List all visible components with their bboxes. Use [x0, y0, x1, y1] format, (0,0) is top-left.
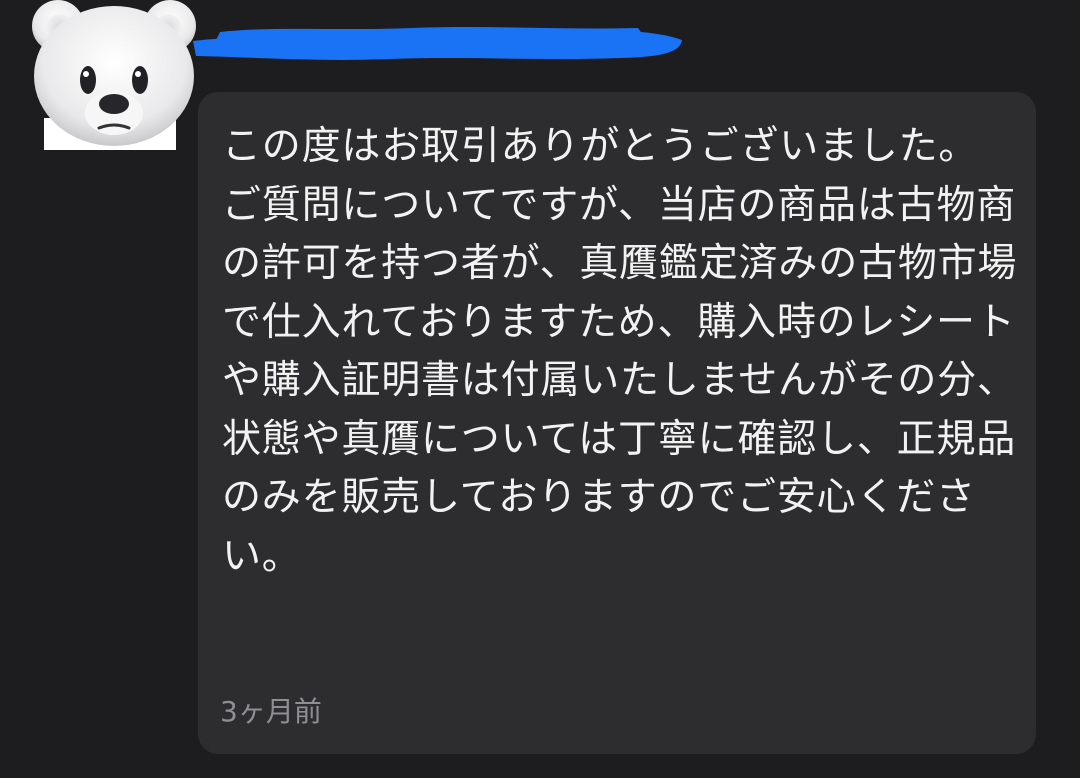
message-timestamp: 3ヶ月前	[220, 695, 322, 728]
message-text: この度はお取引ありがとうございました。 ご質問についてですが、当店の商品は古物商…	[222, 124, 1018, 579]
chat-screen: この度はお取引ありがとうございました。 ご質問についてですが、当店の商品は古物商…	[0, 0, 1080, 778]
username-redaction	[193, 27, 682, 60]
polar-bear-icon[interactable]	[30, 0, 200, 150]
message-bubble[interactable]: この度はお取引ありがとうございました。 ご質問についてですが、当店の商品は古物商…	[198, 92, 1036, 754]
avatar	[32, 0, 196, 150]
